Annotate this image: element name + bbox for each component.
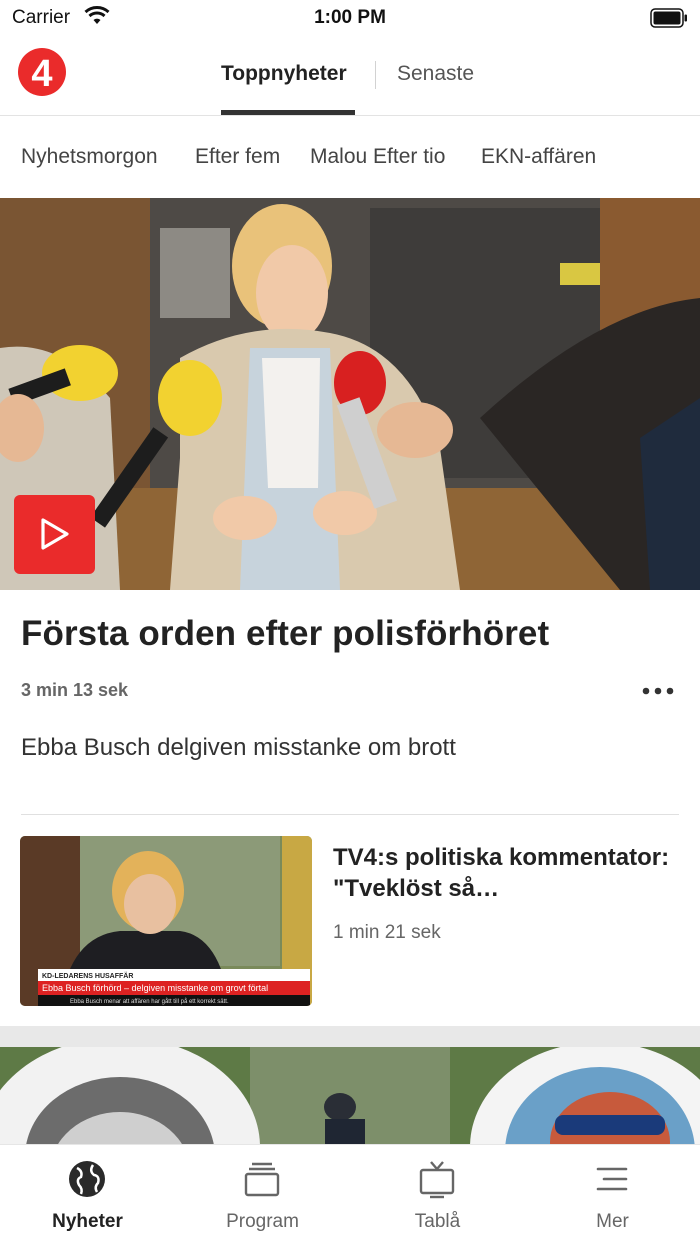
play-icon [41, 518, 69, 550]
battery-icon [650, 8, 687, 28]
bottom-tab-program[interactable]: Program [175, 1145, 350, 1244]
bottom-tab-nyheter[interactable]: Nyheter [0, 1145, 175, 1244]
bottom-tab-mer[interactable]: Mer [525, 1145, 700, 1244]
logo-text: 4 [31, 53, 52, 95]
bottom-tab-bar: Nyheter Program Tablå Mer [0, 1144, 700, 1244]
featured-video-image[interactable] [0, 198, 700, 590]
card-duration: 1 min 21 sek [333, 922, 441, 943]
bottom-tab-label: Mer [596, 1211, 629, 1232]
bottom-tab-label: Program [226, 1211, 299, 1232]
thumb-subcaption: Ebba Busch menar att affären har gått ti… [70, 998, 229, 1005]
featured-subline[interactable]: Ebba Busch delgiven misstanke om brott [21, 734, 456, 762]
card-thumbnail[interactable]: KD-LEDARENS HUSAFFÄR Ebba Busch förhörd … [20, 836, 312, 1006]
thumb-caption-top: KD-LEDARENS HUSAFFÄR [42, 972, 133, 980]
hero-photo [0, 198, 700, 590]
play-button[interactable] [14, 495, 95, 574]
card-title[interactable]: TV4:s politiska kommentator: "Tveklöst s… [333, 842, 683, 904]
chip-ekn-affaren[interactable]: EKN-affären [481, 145, 596, 169]
section-separator [0, 1026, 700, 1047]
globe-icon [69, 1161, 105, 1197]
tab-senaste[interactable]: Senaste [397, 62, 474, 86]
tab-toppnyheter[interactable]: Toppnyheter [221, 62, 347, 86]
next-feature-photo [0, 1047, 700, 1144]
bottom-tab-label: Nyheter [52, 1211, 123, 1232]
top-nav: 4 Toppnyheter Senaste [0, 36, 700, 116]
tab-divider [375, 61, 376, 89]
divider [21, 814, 679, 815]
next-feature-image[interactable] [0, 1047, 700, 1144]
stack-icon [244, 1162, 280, 1197]
tv-icon [419, 1161, 455, 1199]
chip-malou-efter-tio[interactable]: Malou Efter tio [310, 145, 445, 169]
chip-efter-fem[interactable]: Efter fem [195, 145, 280, 169]
active-tab-indicator [221, 110, 355, 115]
clock: 1:00 PM [314, 7, 386, 28]
featured-headline[interactable]: Första orden efter polisförhöret [21, 614, 549, 654]
featured-duration: 3 min 13 sek [21, 680, 129, 700]
thumb-caption: Ebba Busch förhörd – delgiven misstanke … [42, 983, 268, 993]
tv4-logo[interactable]: 4 [17, 47, 67, 97]
bottom-tab-label: Tablå [414, 1211, 461, 1232]
chip-nyhetsmorgon[interactable]: Nyhetsmorgon [21, 145, 158, 169]
more-options-icon[interactable] [640, 679, 676, 703]
menu-icon [596, 1167, 628, 1191]
thumbnail-photo: KD-LEDARENS HUSAFFÄR Ebba Busch förhörd … [20, 836, 312, 1006]
status-bar: Carrier 1:00 PM [0, 0, 700, 36]
category-chips: Nyhetsmorgon Efter fem Malou Efter tio E… [0, 117, 700, 198]
bottom-tab-tabla[interactable]: Tablå [350, 1145, 525, 1244]
